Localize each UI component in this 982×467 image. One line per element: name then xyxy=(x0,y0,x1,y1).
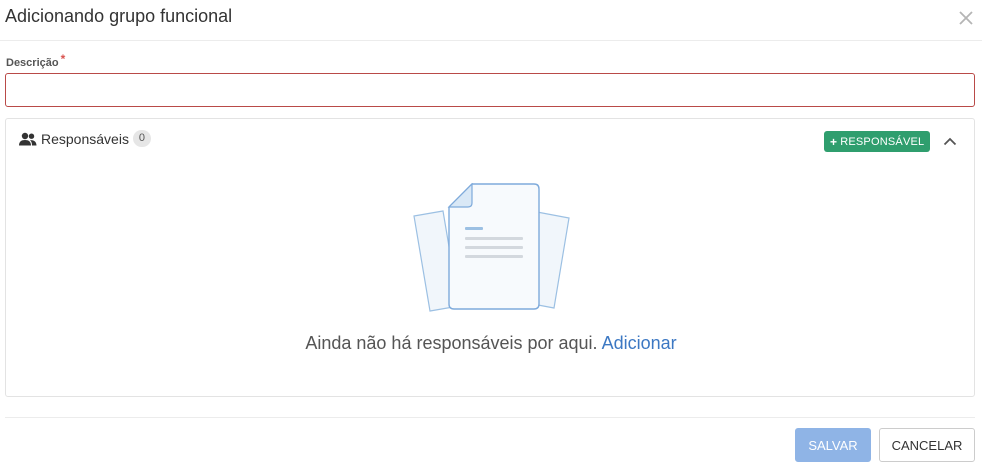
cancel-button[interactable]: CANCELAR xyxy=(879,428,975,462)
description-label-text: Descrição xyxy=(6,57,59,69)
add-responsavel-label: RESPONSÁVEL xyxy=(840,135,925,148)
save-button[interactable]: SALVAR xyxy=(795,428,871,462)
collapse-button[interactable] xyxy=(941,134,959,148)
close-button[interactable] xyxy=(956,8,976,28)
illustration-line xyxy=(465,246,523,249)
illustration-line xyxy=(465,227,483,230)
users-icon xyxy=(19,132,37,146)
dialog: Adicionando grupo funcional Descrição * R… xyxy=(0,0,982,467)
add-responsavel-button[interactable]: + RESPONSÁVEL xyxy=(824,131,931,152)
plus-icon: + xyxy=(830,134,838,149)
chevron-up-icon xyxy=(943,137,957,145)
responsaveis-count-badge: 0 xyxy=(132,130,151,147)
dialog-title: Adicionando grupo funcional xyxy=(5,6,233,26)
description-label: Descrição * xyxy=(6,52,66,69)
close-icon xyxy=(959,11,973,25)
footer-divider xyxy=(5,417,975,418)
empty-state-message: Ainda não há responsáveis por aqui. Adic… xyxy=(6,333,976,354)
illustration-line xyxy=(465,255,523,258)
responsaveis-title: Responsáveis xyxy=(41,130,129,147)
required-marker: * xyxy=(60,52,66,66)
illustration-line xyxy=(465,237,523,240)
responsaveis-panel: Responsáveis 0 + RESPONSÁVEL Ainda não h… xyxy=(5,118,975,397)
responsaveis-header: Responsáveis 0 xyxy=(19,130,151,147)
documents-illustration xyxy=(413,183,570,312)
dialog-header: Adicionando grupo funcional xyxy=(0,0,982,41)
empty-state-text: Ainda não há responsáveis por aqui. xyxy=(305,333,598,353)
description-input[interactable] xyxy=(5,73,975,107)
add-link[interactable]: Adicionar xyxy=(602,333,677,353)
